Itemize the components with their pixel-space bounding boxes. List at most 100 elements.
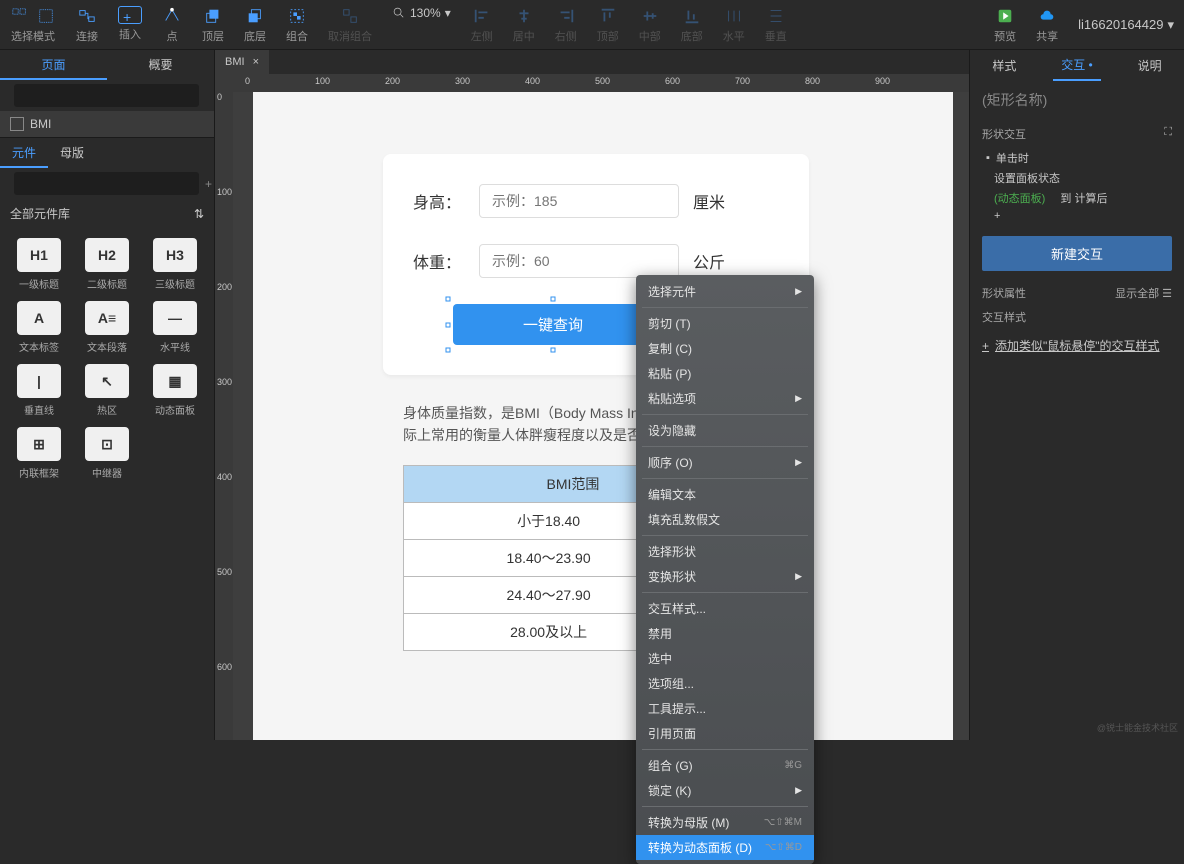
height-input[interactable] [479, 184, 679, 218]
point-group[interactable]: 点 [162, 6, 182, 44]
query-button[interactable]: 一键查询 [453, 304, 653, 345]
library-select[interactable]: 全部元件库 ⇅ [0, 199, 214, 228]
menu-item[interactable]: 工具提示... [636, 696, 814, 721]
widget-name-label: 热区 [97, 402, 117, 417]
menu-item-label: 顺序 (O) [648, 454, 693, 471]
menu-item[interactable]: 选择形状 [636, 539, 814, 564]
widget-item[interactable]: A≡文本段落 [78, 301, 136, 354]
widget-item[interactable]: A文本标签 [10, 301, 68, 354]
widget-item[interactable]: H3三级标题 [146, 238, 204, 291]
menu-item[interactable]: 填充乱数假文 [636, 507, 814, 532]
ungroup-group: 取消组合 [328, 6, 372, 44]
menu-item[interactable]: 设为隐藏 [636, 418, 814, 443]
menu-item[interactable]: 顺序 (O)▶ [636, 450, 814, 475]
add-lib-icon[interactable]: + [205, 177, 212, 191]
zoom-group[interactable]: 130% ▾ [392, 6, 451, 44]
menu-item-label: 组合 (G) [648, 757, 693, 774]
action-set-panel[interactable]: 设置面板状态 [994, 168, 1172, 188]
menu-item[interactable]: 剪切 (T) [636, 311, 814, 336]
align-left-group: 左侧 [471, 6, 493, 44]
menu-item[interactable]: 转换为动态面板 (D)⌥⇧⌘D [636, 835, 814, 860]
connect-label: 连接 [76, 28, 98, 44]
menu-item[interactable]: 复制 (C) [636, 336, 814, 361]
widget-thumb: H1 [17, 238, 61, 272]
widget-item[interactable]: | 垂直线 [10, 364, 68, 417]
expand-icon[interactable]: ⛶ [1164, 126, 1172, 142]
weight-input[interactable] [479, 244, 679, 278]
search-icon [392, 6, 406, 20]
menu-item-label: 剪切 (T) [648, 315, 691, 332]
widget-search-input[interactable] [14, 172, 199, 195]
page-search-input[interactable] [14, 84, 199, 107]
menu-item[interactable]: 组合 (G)⌘G [636, 753, 814, 778]
select-mode-group[interactable]: 选择模式 [10, 6, 56, 44]
ungroup-label: 取消组合 [328, 28, 372, 44]
menu-item[interactable]: 引用页面 [636, 721, 814, 746]
menu-item[interactable]: 粘贴选项▶ [636, 386, 814, 411]
menu-item[interactable]: 选中 [636, 646, 814, 671]
connect-group[interactable]: 连接 [76, 6, 98, 44]
menu-item[interactable]: 禁用 [636, 621, 814, 646]
group-group[interactable]: 组合 [286, 6, 308, 44]
menu-item[interactable]: 交互样式... [636, 596, 814, 621]
new-interaction-button[interactable]: 新建交互 [982, 236, 1172, 271]
widgets-tab[interactable]: 元件 [0, 138, 48, 168]
canvas[interactable]: 身高： 厘米 体重： 公斤 一键查询 [233, 92, 969, 740]
interact-tab[interactable]: 交互 • [1053, 50, 1101, 81]
style-tab[interactable]: 样式 [984, 51, 1024, 80]
widget-name-label: 垂直线 [24, 402, 54, 417]
page-item-bmi[interactable]: BMI [0, 111, 214, 137]
point-icon [162, 6, 182, 26]
show-all-link[interactable]: 显示全部 [1115, 288, 1159, 300]
note-tab[interactable]: 说明 [1130, 51, 1170, 80]
username-menu[interactable]: li16620164429 ▾ [1078, 17, 1174, 33]
widget-item[interactable]: ▦动态面板 [146, 364, 204, 417]
pages-tab[interactable]: 页面 [0, 50, 107, 80]
shape-name-field[interactable]: (矩形名称) [970, 80, 1184, 120]
widget-item[interactable]: —水平线 [146, 301, 204, 354]
widget-thumb: A≡ [85, 301, 129, 335]
containment-icon[interactable] [36, 6, 56, 26]
masters-tab[interactable]: 母版 [48, 138, 96, 168]
zoom-dropdown-icon[interactable]: ▾ [445, 6, 451, 20]
bottom-group[interactable]: 底层 [244, 6, 266, 44]
insert-button[interactable]: + [118, 6, 142, 24]
preview-group[interactable]: 预览 [994, 6, 1016, 44]
widget-item[interactable]: H1一级标题 [10, 238, 68, 291]
widget-item[interactable]: ⊡中继器 [78, 427, 136, 480]
menu-item[interactable]: 转换为母版 (M)⌥⇧⌘M [636, 810, 814, 835]
group-label: 组合 [286, 28, 308, 44]
widget-thumb: | [17, 364, 61, 398]
menu-item-label: 转换为动态面板 (D) [648, 839, 752, 856]
menu-item[interactable]: 选项组... [636, 671, 814, 696]
insert-group[interactable]: + 插入 [118, 6, 142, 44]
widget-item[interactable]: ↖热区 [78, 364, 136, 417]
widget-item[interactable]: H2二级标题 [78, 238, 136, 291]
target-panel[interactable]: (动态面板) 到 计算后 [994, 188, 1172, 208]
align-center-icon [514, 6, 534, 26]
menu-item-label: 编辑文本 [648, 486, 696, 503]
widget-thumb: ⊡ [85, 427, 129, 461]
close-tab-icon[interactable]: × [253, 56, 259, 68]
menu-item[interactable]: 锁定 (K)▶ [636, 778, 814, 803]
menu-item[interactable]: 选择元件▶ [636, 279, 814, 304]
weight-unit: 公斤 [693, 249, 725, 273]
top-group[interactable]: 顶层 [202, 6, 224, 44]
add-action[interactable]: + [994, 208, 1172, 224]
ruler-vertical: 0100200300400500600 [215, 92, 233, 740]
menu-item[interactable]: 变换形状▶ [636, 564, 814, 589]
share-group[interactable]: 共享 [1036, 6, 1058, 44]
selection-icon[interactable] [10, 6, 30, 26]
add-style-label: 添加类似"鼠标悬停"的交互样式 [995, 337, 1160, 354]
menu-item[interactable]: 编辑文本 [636, 482, 814, 507]
outline-tab[interactable]: 概要 [107, 50, 214, 80]
event-on-click[interactable]: ▪ 单击时 [986, 148, 1172, 168]
file-tab[interactable]: BMI × [215, 50, 269, 74]
widget-thumb: H2 [85, 238, 129, 272]
widget-name-label: 水平线 [160, 339, 190, 354]
menu-item-label: 交互样式... [648, 600, 706, 617]
add-interaction-style[interactable]: + 添加类似"鼠标悬停"的交互样式 [970, 329, 1184, 362]
widget-item[interactable]: ⊞内联框架 [10, 427, 68, 480]
widget-name-label: 内联框架 [19, 465, 59, 480]
menu-item[interactable]: 粘贴 (P) [636, 361, 814, 386]
